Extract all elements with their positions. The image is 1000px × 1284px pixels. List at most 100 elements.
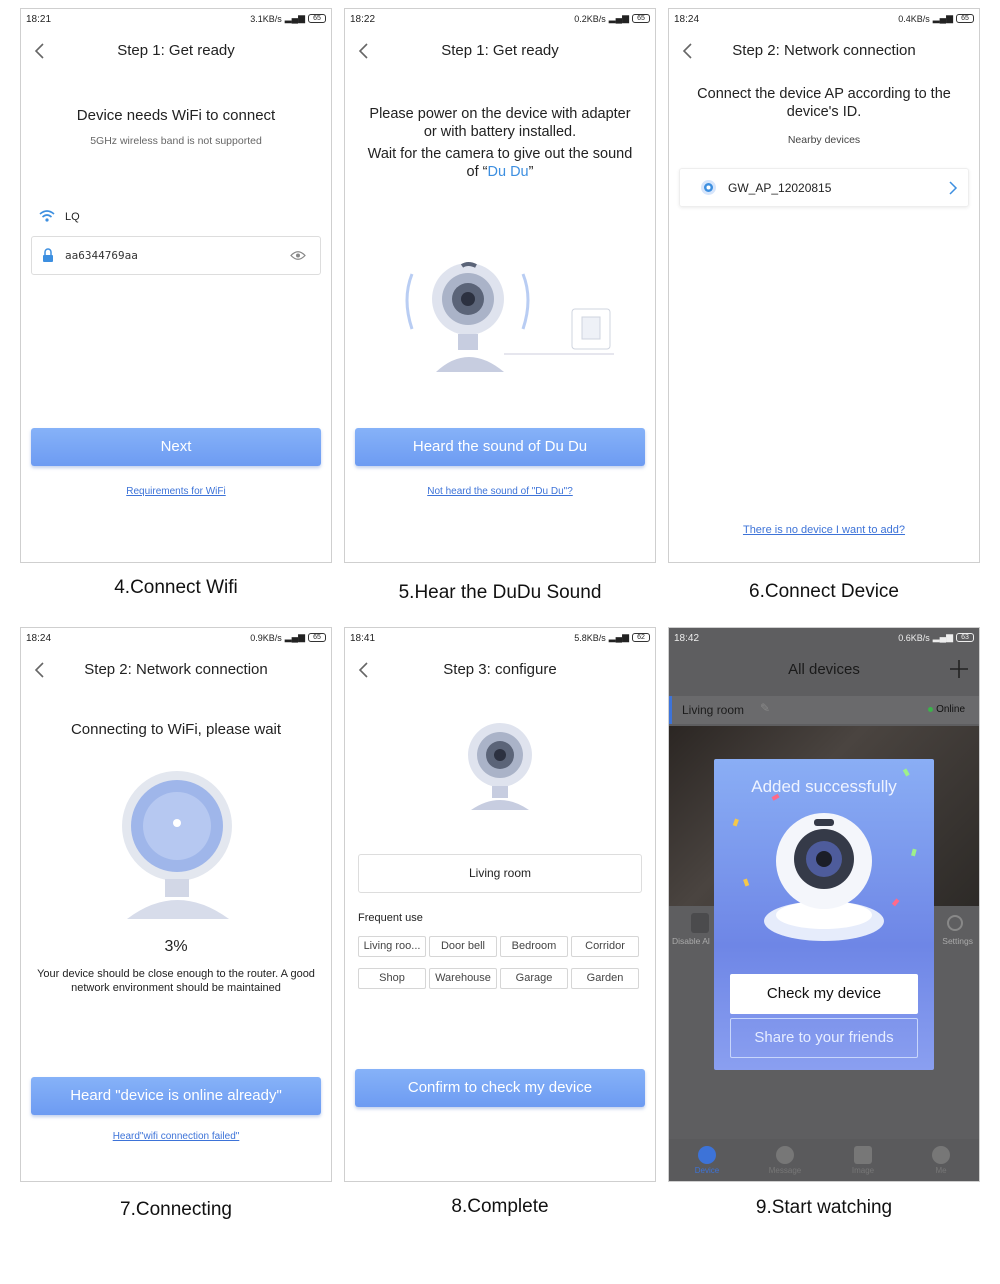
connect-heading-1: Connect the device AP according to the	[697, 86, 951, 102]
password-field[interactable]: aa6344769aa	[31, 236, 321, 275]
status-time: 18:22	[350, 14, 376, 25]
tab-image[interactable]: Image	[833, 1146, 893, 1175]
lock-icon	[43, 248, 53, 262]
network-speed: 5.8KB/s	[574, 632, 606, 643]
page-title: Step 2: Network connection	[84, 661, 268, 678]
wifi-requirements-link[interactable]: Requirements for WiFi	[21, 486, 331, 497]
battery-icon: 63	[956, 633, 974, 642]
device-tab-icon	[698, 1146, 716, 1164]
screen-connecting: 18:24 0.9KB/s ▂▄▆ 65 Step 2: Network conne…	[20, 627, 332, 1182]
wifi-failed-link[interactable]: Heard"wifi connection failed"	[21, 1131, 331, 1142]
heard-sound-button[interactable]: Heard the sound of Du Du	[355, 428, 645, 466]
status-time: 18:41	[350, 633, 376, 644]
device-name-input[interactable]: Living room	[358, 854, 642, 893]
tab-device[interactable]: Device	[677, 1146, 737, 1175]
network-speed: 0.2KB/s	[574, 13, 606, 24]
step-caption: 4.Connect Wifi	[114, 577, 238, 598]
check-device-button[interactable]: Check my device	[730, 974, 918, 1014]
status-time: 18:24	[674, 14, 700, 25]
wifi-icon	[39, 210, 55, 222]
room-chip[interactable]: Garage	[500, 968, 568, 989]
battery-icon: 65	[956, 14, 974, 23]
share-button[interactable]: Share to your friends	[730, 1018, 918, 1058]
dudu-highlight: Du Du	[487, 164, 529, 180]
message-tab-icon	[776, 1146, 794, 1164]
room-header: Living room ✎ Online	[669, 696, 979, 724]
side-label-left: Disable Al	[672, 936, 710, 946]
progress-percent: 3%	[164, 938, 188, 955]
signal-icon: ▂▄▆	[284, 13, 305, 23]
device-id: GW_AP_12020815	[728, 181, 832, 195]
status-time: 18:42	[674, 633, 700, 644]
status-time: 18:24	[26, 633, 52, 644]
screen-hear-dudu: 18:22 0.2KB/s ▂▄▆ 65 Step 1: Get ready Ple…	[344, 8, 656, 563]
step-caption: 6.Connect Device	[749, 581, 899, 602]
status-bar: 18:41 5.8KB/s ▂▄▆ 62	[345, 628, 655, 650]
status-bar: 18:24 0.4KB/s ▂▄▆ 65	[669, 9, 979, 31]
room-chip[interactable]: Corridor	[571, 936, 639, 957]
room-chip[interactable]: Living roo...	[358, 936, 426, 957]
image-tab-icon	[854, 1146, 872, 1164]
side-label-right: Settings	[942, 936, 973, 946]
status-bar: 18:42 0.6KB/s ▂▄▆ 63	[669, 628, 979, 650]
room-chip[interactable]: Garden	[571, 968, 639, 989]
step-caption: 8.Complete	[451, 1196, 549, 1217]
network-speed: 0.9KB/s	[250, 632, 282, 643]
room-chip[interactable]: Warehouse	[429, 968, 497, 989]
nearby-label: Nearby devices	[787, 134, 861, 146]
device-list-item[interactable]: GW_AP_12020815	[679, 168, 969, 207]
step-caption: 7.Connecting	[120, 1199, 232, 1220]
room-name: Living room	[682, 703, 745, 717]
band-note: 5GHz wireless band is not supported	[90, 135, 262, 147]
instruction-line-1: Please power on the device with adapter	[369, 106, 631, 122]
status-bar: 18:21 3.1KB/s ▂▄▆ 65	[21, 9, 331, 31]
network-speed: 3.1KB/s	[250, 13, 282, 24]
online-status: Online	[936, 704, 965, 715]
device-online-button[interactable]: Heard "device is online already"	[31, 1077, 321, 1115]
frequent-use-label: Frequent use	[358, 912, 423, 924]
no-device-link[interactable]: There is no device I want to add?	[669, 524, 979, 536]
camera-device-icon	[701, 180, 716, 195]
router-note-1: Your device should be close enough to th…	[37, 968, 315, 980]
step-caption: 9.Start watching	[755, 1197, 893, 1218]
battery-icon: 62	[632, 633, 650, 642]
not-heard-link[interactable]: Not heard the sound of "Du Du"?	[345, 486, 655, 497]
add-icon[interactable]	[949, 659, 969, 679]
signal-icon: ▂▄▆	[608, 13, 629, 23]
wifi-name: LQ	[65, 211, 80, 223]
confirm-button[interactable]: Confirm to check my device	[355, 1069, 645, 1107]
battery-icon: 65	[632, 14, 650, 23]
router-note-2: network environment should be maintained	[71, 982, 281, 994]
eye-icon[interactable]	[290, 250, 306, 261]
network-speed: 0.6KB/s	[898, 632, 930, 643]
online-dot-icon	[928, 707, 933, 712]
status-time: 18:21	[26, 14, 52, 25]
instruction-line-3: Wait for the camera to give out the soun…	[367, 146, 633, 162]
signal-icon: ▂▄▆	[608, 632, 629, 642]
battery-icon: 65	[308, 633, 326, 642]
tab-me[interactable]: Me	[911, 1146, 971, 1175]
gear-icon[interactable]	[947, 915, 963, 931]
screen-configure: 18:41 5.8KB/s ▂▄▆ 62 Step 3: configure Liv…	[344, 627, 656, 1182]
camera-illustration	[468, 723, 532, 810]
room-chip[interactable]: Bedroom	[500, 936, 568, 957]
page-title: Step 2: Network connection	[732, 42, 916, 59]
tab-message[interactable]: Message	[755, 1146, 815, 1175]
page-title: Step 1: Get ready	[441, 42, 559, 59]
camera-scanning-illustration	[122, 771, 232, 919]
room-chip[interactable]: Shop	[358, 968, 426, 989]
network-speed: 0.4KB/s	[898, 13, 930, 24]
shield-icon[interactable]	[691, 913, 709, 933]
page-title: Step 3: configure	[443, 661, 557, 678]
connect-heading-2: device's ID.	[786, 104, 862, 120]
room-chip[interactable]: Door bell	[429, 936, 497, 957]
signal-icon: ▂▄▆	[932, 632, 953, 642]
wifi-heading: Device needs WiFi to connect	[76, 107, 276, 124]
next-button[interactable]: Next	[31, 428, 321, 466]
edit-icon[interactable]: ✎	[760, 701, 770, 715]
signal-icon: ▂▄▆	[932, 13, 953, 23]
page-title: Step 1: Get ready	[117, 42, 235, 59]
screen-connect-wifi: 18:21 3.1KB/s ▂▄▆ 65 Step 1: Get ready Dev…	[20, 8, 332, 563]
camera-illustration	[405, 262, 614, 372]
status-bar: 18:22 0.2KB/s ▂▄▆ 65	[345, 9, 655, 31]
